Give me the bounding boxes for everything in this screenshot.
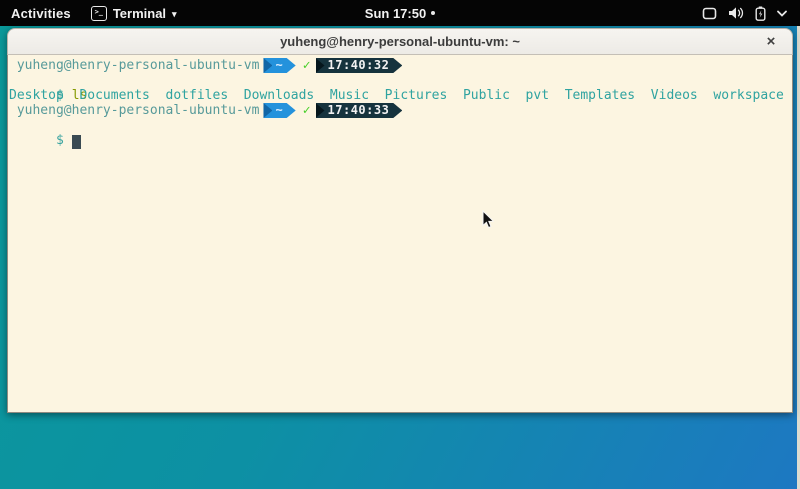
prompt-host: yuheng@henry-personal-ubuntu-vm <box>9 103 259 118</box>
app-menu-label: Terminal <box>113 6 166 21</box>
chevron-down-icon: ▾ <box>172 10 177 19</box>
command-line: $ls <box>9 73 791 88</box>
prompt-char: $ <box>56 133 64 148</box>
terminal-window: yuheng@henry-personal-ubuntu-vm: ~ × yuh… <box>7 28 793 413</box>
activities-button[interactable]: Activities <box>11 6 71 21</box>
time-chip: 17:40:33 <box>316 103 403 118</box>
wired-network-icon <box>702 7 717 20</box>
clock-label: Sun 17:50 <box>365 6 426 21</box>
terminal-viewport[interactable]: yuheng@henry-personal-ubuntu-vm ~ ✓ 17:4… <box>7 55 793 413</box>
clock-button[interactable]: Sun 17:50 <box>365 6 435 21</box>
battery-charging-icon <box>755 6 766 21</box>
volume-icon <box>728 6 744 20</box>
input-line: $ <box>9 118 791 133</box>
prompt-line-1: yuheng@henry-personal-ubuntu-vm ~ ✓ 17:4… <box>9 58 791 73</box>
time-chip: 17:40:32 <box>316 58 403 73</box>
cwd-chip: ~ <box>263 103 295 118</box>
status-check-icon: ✓ <box>303 58 311 73</box>
top-bar-left: Activities >_ Terminal ▾ <box>0 6 177 21</box>
system-status-area[interactable] <box>702 6 800 21</box>
top-bar: Activities >_ Terminal ▾ Sun 17:50 <box>0 0 800 26</box>
window-title: yuheng@henry-personal-ubuntu-vm: ~ <box>280 34 520 49</box>
close-icon[interactable]: × <box>763 34 779 50</box>
text-cursor-block <box>72 135 81 149</box>
prompt-line-2: yuheng@henry-personal-ubuntu-vm ~ ✓ 17:4… <box>9 103 791 118</box>
window-titlebar[interactable]: yuheng@henry-personal-ubuntu-vm: ~ × <box>7 28 793 55</box>
notification-dot-icon <box>431 11 435 15</box>
status-check-icon: ✓ <box>303 103 311 118</box>
chevron-down-icon <box>777 10 787 17</box>
ls-output-line: Desktop Documents dotfiles Downloads Mus… <box>9 88 791 103</box>
app-menu-terminal[interactable]: >_ Terminal ▾ <box>91 6 177 21</box>
prompt-host: yuheng@henry-personal-ubuntu-vm <box>9 58 259 73</box>
terminal-app-icon: >_ <box>91 6 107 21</box>
cwd-chip: ~ <box>263 58 295 73</box>
